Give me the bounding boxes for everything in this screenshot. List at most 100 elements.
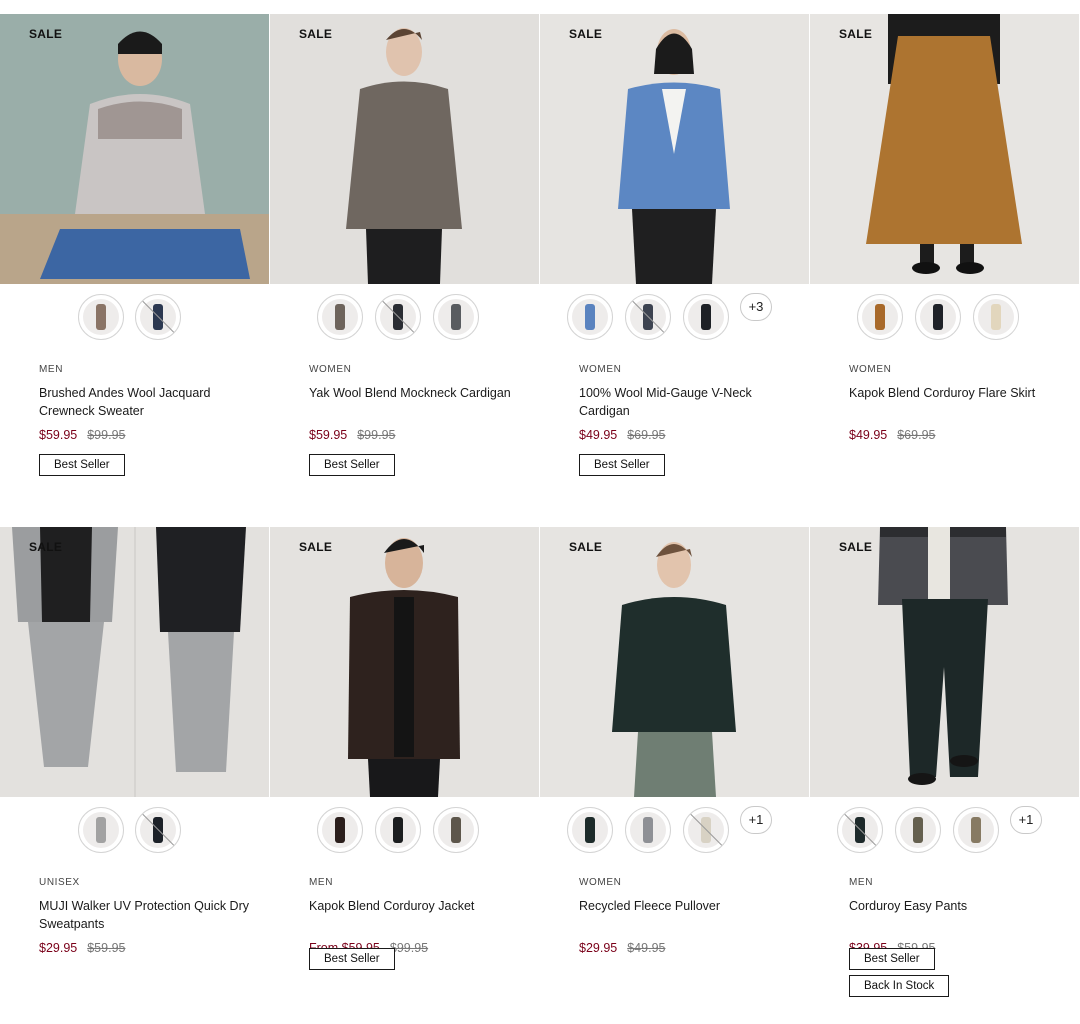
- sale-badge: SALE: [569, 540, 603, 554]
- product-name[interactable]: Kapok Blend Corduroy Jacket: [309, 897, 519, 915]
- sale-price: $59.95: [39, 428, 78, 442]
- sale-price: $49.95: [849, 428, 888, 442]
- product-name[interactable]: Recycled Fleece Pullover: [579, 897, 789, 915]
- product-card[interactable]: SALE +3 WOMEN 100% Wool Mid-Gauge V-Neck…: [540, 14, 809, 514]
- product-name[interactable]: 100% Wool Mid-Gauge V-Neck Cardigan: [579, 384, 789, 420]
- product-prices: $49.95 $69.95: [579, 428, 665, 442]
- best-seller-badge: Best Seller: [39, 454, 125, 476]
- model-photo: [270, 527, 539, 797]
- color-swatch[interactable]: [317, 807, 363, 853]
- color-swatches: +1: [810, 806, 1079, 853]
- product-image[interactable]: [540, 14, 809, 284]
- product-category: MEN: [309, 877, 334, 888]
- original-price: $49.95: [627, 941, 666, 955]
- model-photo: [540, 14, 809, 284]
- product-card[interactable]: SALE WOMEN Yak Wool Blend Mockneck Cardi…: [270, 14, 539, 514]
- product-card[interactable]: SALE +1 WOMEN Recycled Fleece Pullover $…: [540, 527, 809, 1024]
- product-card[interactable]: SALE MEN Kapok Blend Corduroy Jacket Fro…: [270, 527, 539, 1024]
- color-swatches: [270, 807, 539, 853]
- product-card[interactable]: SALE WOMEN Kapok Blend Corduroy Flare Sk…: [810, 14, 1079, 514]
- product-prices: $49.95 $69.95: [849, 428, 935, 442]
- best-seller-badge: Best Seller: [579, 454, 665, 476]
- original-price: $99.95: [357, 428, 396, 442]
- more-colors-button[interactable]: +3: [740, 293, 772, 321]
- sale-price: $49.95: [579, 428, 618, 442]
- color-swatches: [810, 294, 1079, 340]
- product-name[interactable]: Kapok Blend Corduroy Flare Skirt: [849, 384, 1059, 402]
- color-swatch[interactable]: [683, 294, 729, 340]
- product-card[interactable]: SALE UNISEX MUJI Walker UV Protection Qu…: [0, 527, 269, 1024]
- original-price: $69.95: [627, 428, 666, 442]
- sale-price: $59.95: [309, 428, 348, 442]
- product-category: WOMEN: [579, 877, 622, 888]
- product-category: MEN: [39, 364, 64, 375]
- color-swatch-unavailable[interactable]: [135, 294, 181, 340]
- product-name[interactable]: Corduroy Easy Pants: [849, 897, 1059, 915]
- color-swatches: [270, 294, 539, 340]
- original-price: $99.95: [389, 941, 429, 955]
- product-image[interactable]: [270, 14, 539, 284]
- color-swatch[interactable]: [973, 294, 1019, 340]
- model-photo: [810, 14, 1079, 284]
- product-name[interactable]: Yak Wool Blend Mockneck Cardigan: [309, 384, 519, 402]
- model-photo: [270, 14, 539, 284]
- color-swatch[interactable]: [78, 807, 124, 853]
- sale-badge: SALE: [29, 27, 63, 41]
- more-colors-button[interactable]: +1: [740, 806, 772, 834]
- model-photo: [0, 527, 269, 797]
- sale-badge: SALE: [299, 540, 333, 554]
- original-price: $69.95: [897, 428, 936, 442]
- color-swatch[interactable]: [433, 807, 479, 853]
- color-swatches: [0, 807, 269, 853]
- product-category: UNISEX: [39, 877, 80, 888]
- product-prices: $59.95 $99.95: [309, 428, 395, 442]
- color-swatch[interactable]: [895, 807, 941, 853]
- product-prices: $29.95 $49.95: [579, 941, 665, 955]
- product-category: WOMEN: [309, 364, 352, 375]
- color-swatches: [0, 294, 269, 340]
- product-card[interactable]: SALE MEN Brushed Andes Wool Jacquard Cre…: [0, 14, 269, 514]
- color-swatch[interactable]: [625, 807, 671, 853]
- color-swatch[interactable]: [915, 294, 961, 340]
- product-name[interactable]: MUJI Walker UV Protection Quick Dry Swea…: [39, 897, 249, 933]
- color-swatch[interactable]: [78, 294, 124, 340]
- model-photo: [0, 14, 269, 284]
- product-image[interactable]: [810, 527, 1079, 797]
- color-swatch[interactable]: [567, 807, 613, 853]
- color-swatch-unavailable[interactable]: [625, 294, 671, 340]
- color-swatch[interactable]: [857, 294, 903, 340]
- product-category: MEN: [849, 877, 874, 888]
- product-image[interactable]: [0, 527, 269, 797]
- sale-badge: SALE: [839, 540, 873, 554]
- sale-badge: SALE: [839, 27, 873, 41]
- color-swatch[interactable]: [317, 294, 363, 340]
- sale-badge: SALE: [299, 27, 333, 41]
- product-prices: $29.95 $59.95: [39, 941, 125, 955]
- best-seller-badge: Best Seller: [309, 948, 395, 970]
- color-swatch-unavailable[interactable]: [837, 807, 883, 853]
- color-swatch[interactable]: [433, 294, 479, 340]
- color-swatch[interactable]: [375, 807, 421, 853]
- product-name[interactable]: Brushed Andes Wool Jacquard Crewneck Swe…: [39, 384, 249, 420]
- sale-badge: SALE: [569, 27, 603, 41]
- product-image[interactable]: [810, 14, 1079, 284]
- product-category: WOMEN: [579, 364, 622, 375]
- color-swatch-unavailable[interactable]: [683, 807, 729, 853]
- color-swatch[interactable]: [953, 807, 999, 853]
- color-swatches: +1: [540, 806, 809, 853]
- product-card[interactable]: SALE +1 MEN Corduroy Easy Pants $39.95$5…: [810, 527, 1079, 1024]
- model-photo: [540, 527, 809, 797]
- sale-badge: SALE: [29, 540, 63, 554]
- original-price: $59.95: [87, 941, 126, 955]
- color-swatch-unavailable[interactable]: [135, 807, 181, 853]
- product-image[interactable]: [270, 527, 539, 797]
- product-image[interactable]: [540, 527, 809, 797]
- sale-price: $29.95: [579, 941, 618, 955]
- product-image[interactable]: [0, 14, 269, 284]
- color-swatch[interactable]: [567, 294, 613, 340]
- more-colors-button[interactable]: +1: [1010, 806, 1042, 834]
- color-swatch-unavailable[interactable]: [375, 294, 421, 340]
- best-seller-badge: Best Seller: [849, 948, 935, 970]
- sale-price: $29.95: [39, 941, 78, 955]
- product-prices: $59.95 $99.95: [39, 428, 125, 442]
